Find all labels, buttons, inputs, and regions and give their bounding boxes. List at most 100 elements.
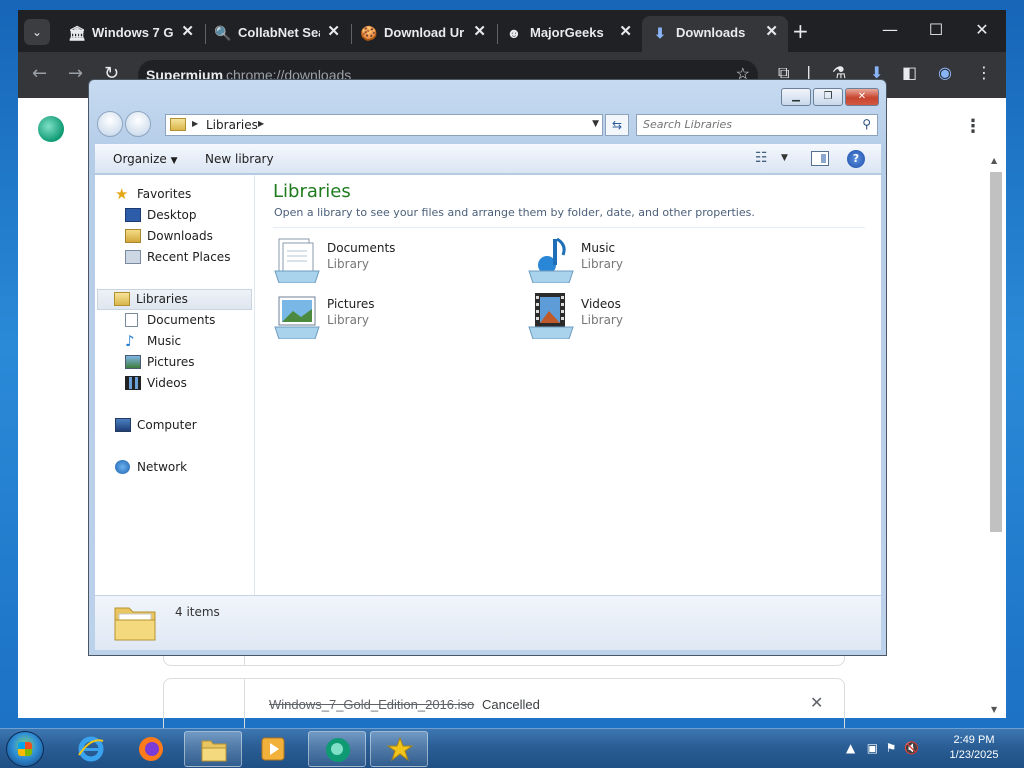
star-icon: ★ xyxy=(115,185,129,203)
library-type: Library xyxy=(327,257,369,271)
minimize-button[interactable]: ▁ xyxy=(781,88,811,106)
close-icon[interactable]: ✕ xyxy=(619,24,632,40)
tab-search-button[interactable]: ⌄ xyxy=(24,19,50,45)
back-icon[interactable]: ← xyxy=(32,64,47,84)
libraries-folder-icon xyxy=(114,607,156,641)
library-pictures[interactable]: Pictures Library xyxy=(273,291,513,341)
library-name: Documents xyxy=(327,241,396,255)
clock[interactable]: 2:49 PM 1/23/2025 xyxy=(946,733,1002,763)
chevron-down-icon[interactable]: ▼ xyxy=(781,153,788,163)
cookie-icon: 🍪 xyxy=(360,25,378,41)
refresh-button[interactable]: ⇆ xyxy=(605,114,629,136)
tab-windows7[interactable]: 🏛 Windows 7 G ✕ xyxy=(58,16,204,52)
library-music[interactable]: Music Library xyxy=(527,235,767,285)
scrollbar-thumb[interactable] xyxy=(990,172,1002,532)
details-pane: 4 items xyxy=(95,595,881,650)
breadcrumb-libraries[interactable]: Libraries xyxy=(206,118,258,132)
preview-pane-icon[interactable] xyxy=(811,151,829,166)
clock-date: 1/23/2025 xyxy=(949,749,999,761)
maximize-button[interactable]: ❐ xyxy=(813,88,843,106)
close-window-icon[interactable]: ✕ xyxy=(970,20,994,40)
page-title: Libraries xyxy=(273,181,351,202)
nav-label: Libraries xyxy=(136,292,188,306)
library-type: Library xyxy=(581,313,623,327)
pictures-icon xyxy=(125,355,141,369)
volume-muted-icon[interactable]: 🔇 xyxy=(904,741,919,755)
new-library-button[interactable]: New library xyxy=(205,152,274,166)
new-tab-button[interactable]: + xyxy=(792,20,809,42)
organize-menu[interactable]: Organize ▼ xyxy=(113,152,178,166)
close-icon[interactable]: ✕ xyxy=(473,24,486,40)
close-icon[interactable]: ✕ xyxy=(181,24,194,40)
library-documents[interactable]: Documents Library xyxy=(273,235,513,285)
libraries-icon xyxy=(114,292,130,306)
firefox-icon xyxy=(139,737,163,761)
taskbar-internet-explorer[interactable] xyxy=(62,731,120,767)
taskbar-windows-explorer[interactable] xyxy=(184,731,242,767)
taskbar-supermium[interactable] xyxy=(308,731,366,767)
scroll-up-icon[interactable]: ▲ xyxy=(991,156,997,165)
network-icon xyxy=(115,460,130,474)
divider xyxy=(273,227,865,228)
tab-collabnet[interactable]: 🔍 CollabNet Sea ✕ xyxy=(204,16,350,52)
forward-icon[interactable]: → xyxy=(68,64,83,84)
show-hidden-icons-icon[interactable]: ▲ xyxy=(846,741,855,755)
close-icon[interactable]: ✕ xyxy=(327,24,340,40)
network-tray-icon[interactable]: ▣ xyxy=(867,741,878,755)
views-icon[interactable]: ☷ xyxy=(755,150,768,166)
library-name: Pictures xyxy=(327,297,375,311)
nav-label: Music xyxy=(147,334,182,348)
nav-label: Favorites xyxy=(137,187,192,201)
nav-libraries[interactable]: Libraries xyxy=(97,289,252,310)
download-filename[interactable]: Windows_7_Gold_Edition_2016.iso xyxy=(269,697,474,712)
chevron-right-icon[interactable]: ▶ xyxy=(192,119,198,128)
chevron-right-icon[interactable]: ▶ xyxy=(258,119,264,128)
more-options-icon[interactable]: ⋮ xyxy=(964,116,982,137)
page-description: Open a library to see your files and arr… xyxy=(274,206,755,219)
help-icon[interactable]: ? xyxy=(847,150,865,168)
downloads-folder-icon xyxy=(125,229,141,243)
tab-title: Download Ur xyxy=(384,25,465,40)
tools-icon xyxy=(386,736,414,762)
address-bar[interactable]: ▶ Libraries ▶ ▼ xyxy=(165,114,603,136)
geek-icon: ☻ xyxy=(506,25,522,41)
chevron-down-icon[interactable]: ▼ xyxy=(592,119,599,129)
tab-majorgeeks[interactable]: ☻ MajorGeeks ✕ xyxy=(496,16,642,52)
explorer-window: ▁ ❐ ✕ ▶ Libraries ▶ ▼ ⇆ ⚲ Organize ▼ New… xyxy=(88,79,887,656)
nav-label: Documents xyxy=(147,313,216,327)
tab-download-url[interactable]: 🍪 Download Ur ✕ xyxy=(350,16,496,52)
taskbar-firefox[interactable] xyxy=(122,731,180,767)
search-input[interactable] xyxy=(643,118,843,131)
action-center-icon[interactable]: ⚑ xyxy=(886,741,897,755)
content-pane: Libraries Open a library to see your fil… xyxy=(257,175,881,595)
forward-button[interactable] xyxy=(125,111,151,137)
library-type: Library xyxy=(327,313,369,327)
search-box[interactable]: ⚲ xyxy=(636,114,878,136)
page-scrollbar[interactable]: ▲ ▼ xyxy=(988,154,1004,716)
recent-places-icon xyxy=(125,250,141,264)
nav-label: Pictures xyxy=(147,355,195,369)
nav-label: Videos xyxy=(147,376,187,390)
taskbar-media-player[interactable] xyxy=(244,731,302,767)
taskbar-setup-tool[interactable] xyxy=(370,731,428,767)
back-button[interactable] xyxy=(97,111,123,137)
minimize-icon[interactable]: — xyxy=(878,20,902,40)
profile-icon[interactable]: ◉ xyxy=(938,63,952,83)
folder-icon xyxy=(201,740,227,762)
maximize-icon[interactable]: ☐ xyxy=(924,20,948,40)
taskbar: ▲ ▣ ⚑ 🔇 2:49 PM 1/23/2025 xyxy=(0,728,1024,768)
media-player-icon xyxy=(261,737,285,761)
tab-downloads[interactable]: ⬇ Downloads ✕ xyxy=(642,16,788,52)
close-button[interactable]: ✕ xyxy=(845,88,879,106)
library-videos[interactable]: Videos Library xyxy=(527,291,767,341)
start-button[interactable] xyxy=(6,731,44,767)
menu-icon[interactable]: ⋮ xyxy=(976,63,992,83)
side-panel-icon[interactable]: ◧ xyxy=(902,63,917,83)
remove-download-icon[interactable]: ✕ xyxy=(810,693,823,712)
item-count: 4 items xyxy=(175,605,220,619)
search-icon[interactable]: ⚲ xyxy=(862,117,871,131)
tab-title: MajorGeeks xyxy=(530,25,604,40)
close-icon[interactable]: ✕ xyxy=(765,24,778,40)
documents-icon xyxy=(274,238,320,283)
scroll-down-icon[interactable]: ▼ xyxy=(991,705,997,714)
